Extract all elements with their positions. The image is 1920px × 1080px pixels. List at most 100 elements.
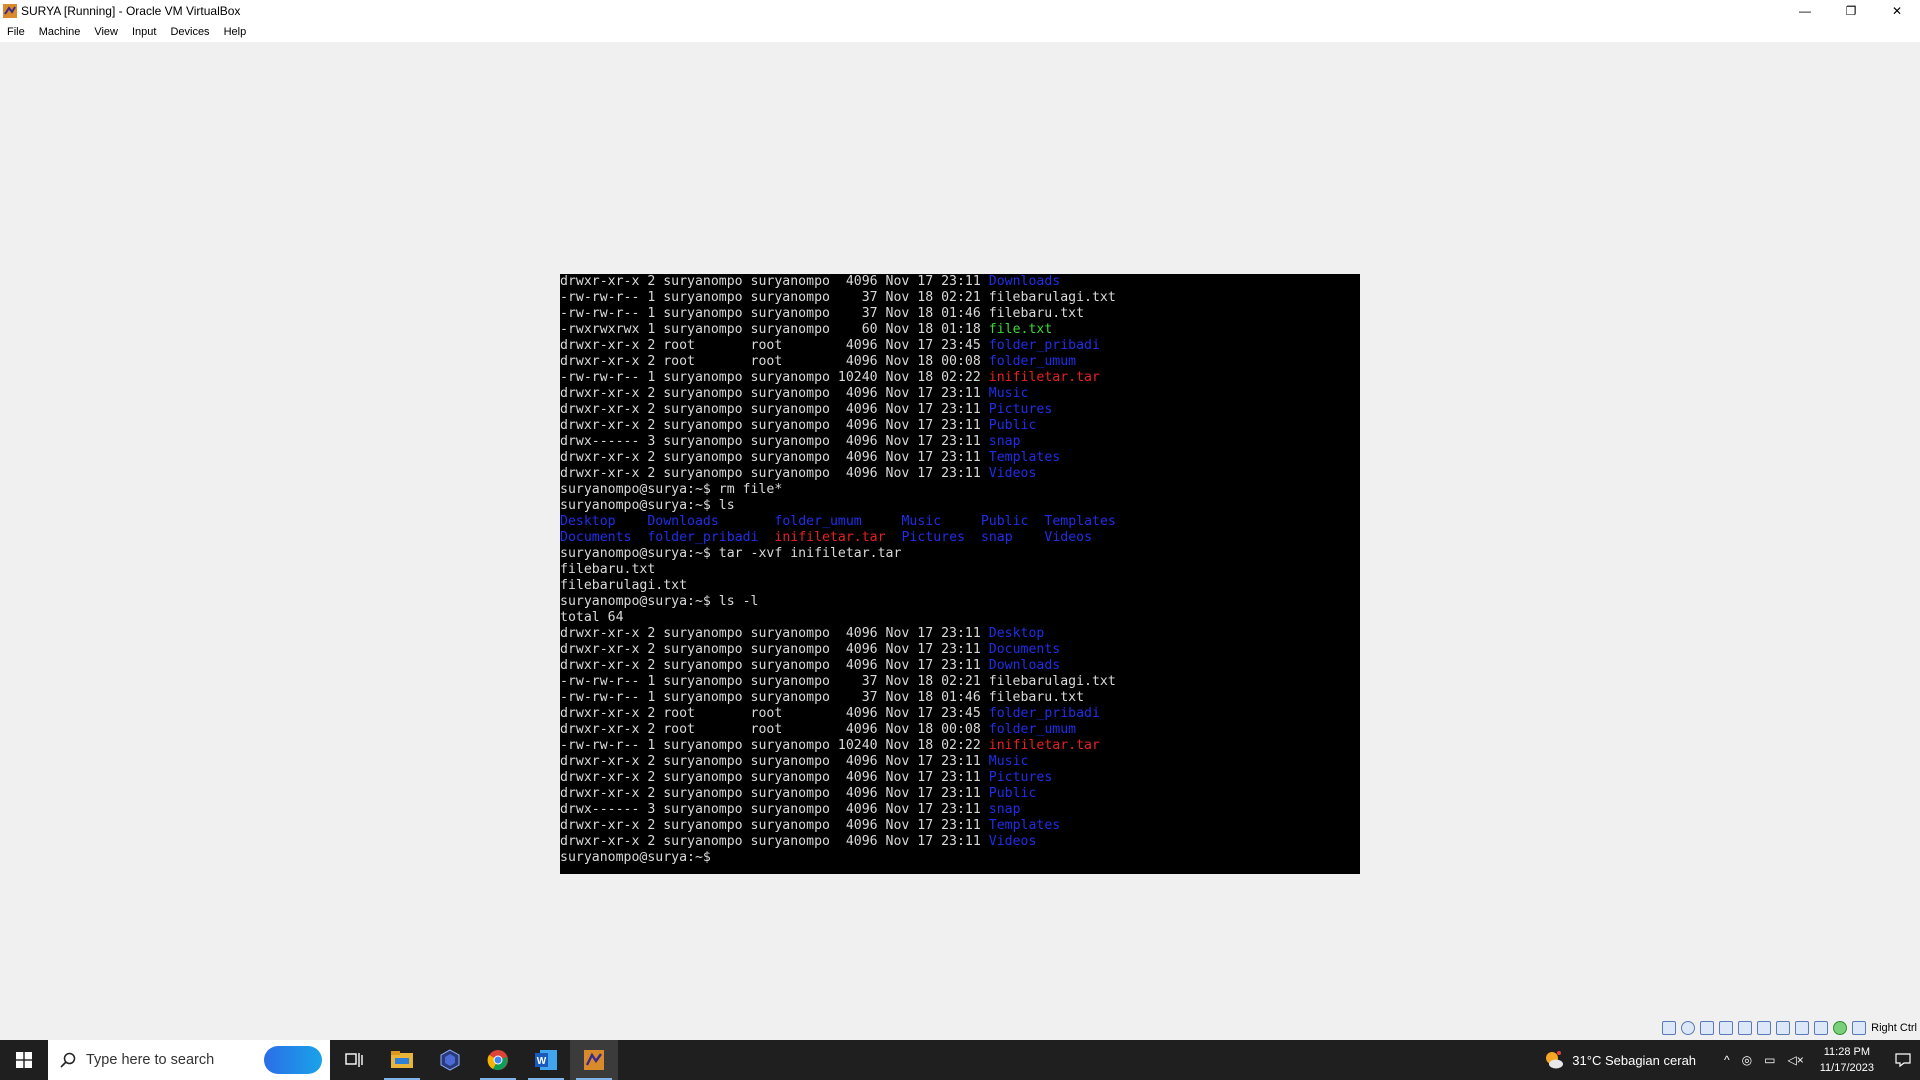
terminal-segment: inifiletar.tar xyxy=(988,738,1100,753)
display-icon[interactable] xyxy=(1776,1021,1791,1035)
terminal-segment xyxy=(616,514,648,529)
terminal-segment: -rw-rw-r-- 1 suryanompo suryanompo 10240… xyxy=(560,738,989,753)
terminal-line: drwxr-xr-x 2 suryanompo suryanompo 4096 … xyxy=(560,786,1360,802)
guest-additions-icon[interactable] xyxy=(1833,1021,1848,1035)
terminal-line: drwxr-xr-x 2 suryanompo suryanompo 4096 … xyxy=(560,466,1360,482)
restore-button[interactable]: ❐ xyxy=(1828,0,1874,22)
task-view-button[interactable] xyxy=(330,1040,378,1080)
taskbar-virtualbox-manager[interactable] xyxy=(426,1040,474,1080)
terminal-segment xyxy=(1028,514,1044,529)
terminal-line: drwx------ 3 suryanompo suryanompo 4096 … xyxy=(560,802,1360,818)
terminal-segment: drwxr-xr-x 2 suryanompo suryanompo 4096 … xyxy=(560,466,989,481)
terminal-segment: drwxr-xr-x 2 suryanompo suryanompo 4096 … xyxy=(560,642,989,657)
search-placeholder: Type here to search xyxy=(86,1052,215,1068)
terminal-segment: filebaru.txt xyxy=(560,562,656,577)
terminal-line: drwxr-xr-x 2 suryanompo suryanompo 4096 … xyxy=(560,770,1360,786)
terminal-segment: drwxr-xr-x 2 suryanompo suryanompo 4096 … xyxy=(560,418,989,433)
terminal-segment: Downloads xyxy=(988,274,1061,289)
terminal-line: suryanompo@surya:~$ ls xyxy=(560,498,1360,514)
menu-input[interactable]: Input xyxy=(125,22,163,42)
terminal-segment: -rwxrwxrwx 1 suryanompo suryanompo 60 No… xyxy=(560,322,989,337)
terminal-segment: total 64 xyxy=(560,610,624,625)
terminal-segment xyxy=(1013,530,1045,545)
terminal-segment: drwx------ 3 suryanompo suryanompo 4096 … xyxy=(560,802,989,817)
terminal-line: -rw-rw-r-- 1 suryanompo suryanompo 37 No… xyxy=(560,306,1360,322)
bing-chat-icon[interactable] xyxy=(264,1046,322,1074)
terminal-line: Documents folder_pribadi inifiletar.tar … xyxy=(560,530,1360,546)
optical-drive-icon[interactable] xyxy=(1681,1021,1696,1035)
close-button[interactable]: ✕ xyxy=(1874,0,1920,22)
vm-display-area[interactable]: drwxr-xr-x 2 suryanompo suryanompo 4096 … xyxy=(0,43,1920,1028)
terminal-segment: Templates xyxy=(988,818,1061,833)
task-view-icon xyxy=(345,1053,363,1067)
vm-terminal-screen[interactable]: drwxr-xr-x 2 suryanompo suryanompo 4096 … xyxy=(560,274,1360,874)
menu-help[interactable]: Help xyxy=(217,22,254,42)
terminal-segment xyxy=(631,530,647,545)
terminal-segment: drwxr-xr-x 2 suryanompo suryanompo 4096 … xyxy=(560,818,989,833)
network-icon[interactable] xyxy=(1719,1021,1734,1035)
terminal-segment: -rw-rw-r-- 1 suryanompo suryanompo 37 No… xyxy=(560,306,1085,321)
menu-bar: File Machine View Input Devices Help xyxy=(0,22,1920,43)
terminal-segment: drwxr-xr-x 2 suryanompo suryanompo 4096 … xyxy=(560,658,989,673)
terminal-segment: drwxr-xr-x 2 root root 4096 Nov 17 23:45 xyxy=(560,706,989,721)
menu-devices[interactable]: Devices xyxy=(163,22,216,42)
folder-icon xyxy=(391,1051,413,1068)
terminal-segment: folder_umum xyxy=(774,514,862,529)
taskbar-chrome[interactable] xyxy=(474,1040,522,1080)
terminal-line: total 64 xyxy=(560,610,1360,626)
start-button[interactable] xyxy=(0,1040,48,1080)
terminal-segment: Public xyxy=(988,786,1037,801)
terminal-segment: Downloads xyxy=(647,514,719,529)
taskbar-virtualbox-vm[interactable] xyxy=(570,1040,618,1080)
host-key-label: Right Ctrl xyxy=(1871,1022,1917,1034)
taskbar-word[interactable]: W xyxy=(522,1040,570,1080)
terminal-segment: filebarulagi.txt xyxy=(560,578,688,593)
word-icon: W xyxy=(535,1050,557,1070)
usb-icon[interactable] xyxy=(1738,1021,1753,1035)
terminal-segment: Documents xyxy=(560,530,632,545)
hard-disk-icon[interactable] xyxy=(1662,1021,1677,1035)
terminal-segment: folder_pribadi xyxy=(988,338,1100,353)
clock-date: 11/17/2023 xyxy=(1819,1062,1874,1074)
terminal-line: drwxr-xr-x 2 suryanompo suryanompo 4096 … xyxy=(560,386,1360,402)
clock[interactable]: 11:28 PM 11/17/2023 xyxy=(1820,1044,1874,1076)
meet-now-icon[interactable]: ◎ xyxy=(1742,1053,1752,1067)
weather-text[interactable]: 31°C Sebagian cerah xyxy=(1572,1053,1696,1068)
notification-center-button[interactable] xyxy=(1886,1040,1920,1080)
menu-view[interactable]: View xyxy=(87,22,125,42)
terminal-segment: drwxr-xr-x 2 suryanompo suryanompo 4096 … xyxy=(560,274,989,289)
menu-file[interactable]: File xyxy=(0,22,32,42)
volume-icon[interactable]: ◁× xyxy=(1788,1053,1804,1067)
terminal-segment: file.txt xyxy=(988,322,1053,337)
network-icon[interactable]: ▭ xyxy=(1764,1053,1775,1067)
show-hidden-icons-icon[interactable]: ^ xyxy=(1724,1053,1730,1067)
terminal-segment: drwx------ 3 suryanompo suryanompo 4096 … xyxy=(560,434,989,449)
terminal-segment: Public xyxy=(980,514,1029,529)
terminal-segment: drwxr-xr-x 2 root root 4096 Nov 17 23:45 xyxy=(560,338,989,353)
search-icon xyxy=(60,1052,76,1068)
terminal-line: drwxr-xr-x 2 root root 4096 Nov 17 23:45… xyxy=(560,338,1360,354)
terminal-segment: snap xyxy=(980,530,1013,545)
terminal-line: drwxr-xr-x 2 suryanompo suryanompo 4096 … xyxy=(560,658,1360,674)
recording-icon[interactable] xyxy=(1814,1021,1829,1035)
weather-icon[interactable] xyxy=(1544,1050,1564,1070)
terminal-segment: drwxr-xr-x 2 root root 4096 Nov 18 00:08 xyxy=(560,722,989,737)
taskbar-search[interactable]: Type here to search xyxy=(48,1040,330,1080)
terminal-line: suryanompo@surya:~$ rm file* xyxy=(560,482,1360,498)
virtualbox-app-icon xyxy=(3,4,17,18)
taskbar-file-explorer[interactable] xyxy=(378,1040,426,1080)
terminal-line: drwxr-xr-x 2 root root 4096 Nov 18 00:08… xyxy=(560,722,1360,738)
shared-folders-icon[interactable] xyxy=(1757,1021,1772,1035)
terminal-segment xyxy=(886,530,902,545)
terminal-segment: Videos xyxy=(988,466,1037,481)
terminal-segment: drwxr-xr-x 2 suryanompo suryanompo 4096 … xyxy=(560,402,989,417)
menu-machine[interactable]: Machine xyxy=(32,22,88,42)
mouse-integration-icon[interactable] xyxy=(1852,1021,1867,1035)
video-capture-icon[interactable] xyxy=(1795,1021,1810,1035)
terminal-line: drwxr-xr-x 2 suryanompo suryanompo 4096 … xyxy=(560,450,1360,466)
minimize-button[interactable]: — xyxy=(1782,0,1828,22)
terminal-line: drwxr-xr-x 2 suryanompo suryanompo 4096 … xyxy=(560,626,1360,642)
terminal-line: drwxr-xr-x 2 suryanompo suryanompo 4096 … xyxy=(560,818,1360,834)
audio-icon[interactable] xyxy=(1700,1021,1715,1035)
terminal-line: -rw-rw-r-- 1 suryanompo suryanompo 10240… xyxy=(560,738,1360,754)
